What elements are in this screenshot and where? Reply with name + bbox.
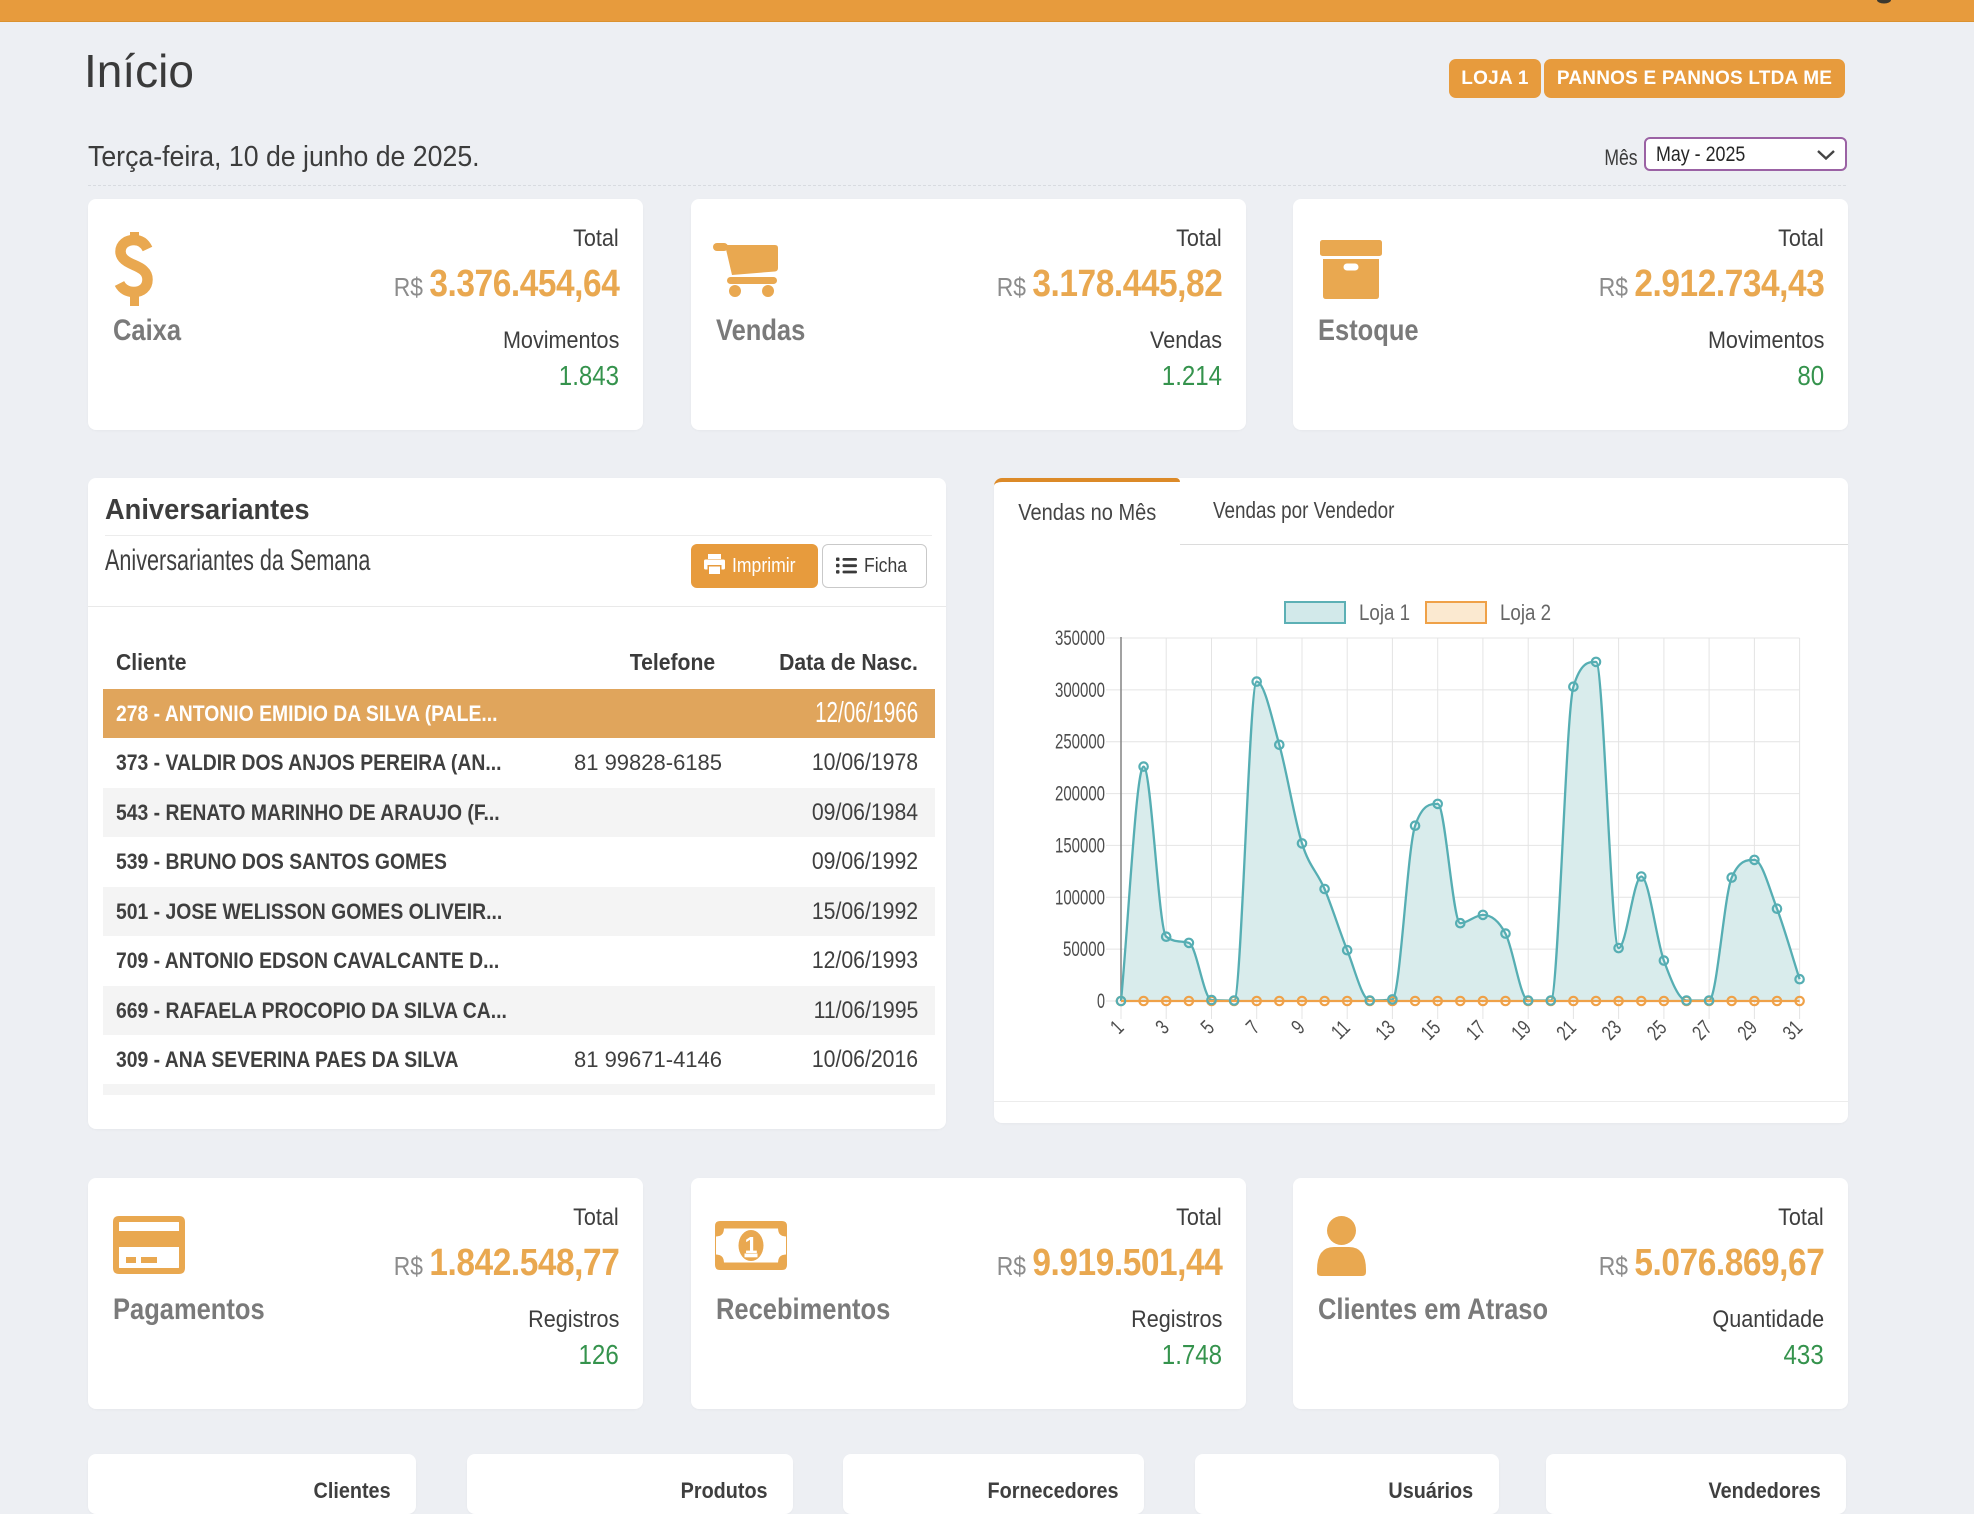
svg-text:1: 1 <box>1105 1015 1128 1038</box>
svg-text:7: 7 <box>1241 1015 1264 1038</box>
svg-text:13: 13 <box>1371 1015 1400 1044</box>
svg-text:29: 29 <box>1733 1015 1762 1044</box>
svg-text:350000: 350000 <box>1055 627 1105 650</box>
svg-text:23: 23 <box>1597 1015 1626 1044</box>
svg-text:11: 11 <box>1326 1015 1354 1043</box>
svg-text:9: 9 <box>1286 1015 1309 1038</box>
svg-text:250000: 250000 <box>1055 731 1105 754</box>
svg-text:300000: 300000 <box>1055 679 1105 702</box>
svg-text:17: 17 <box>1461 1015 1490 1044</box>
svg-text:100000: 100000 <box>1055 886 1105 909</box>
svg-text:5: 5 <box>1196 1015 1219 1038</box>
svg-text:0: 0 <box>1097 990 1105 1013</box>
svg-text:200000: 200000 <box>1055 783 1105 806</box>
svg-text:27: 27 <box>1687 1015 1716 1044</box>
svg-text:Loja 2: Loja 2 <box>1500 600 1551 625</box>
svg-text:3: 3 <box>1150 1015 1173 1038</box>
svg-text:150000: 150000 <box>1055 834 1105 857</box>
svg-text:21: 21 <box>1552 1015 1581 1044</box>
svg-text:15: 15 <box>1416 1015 1445 1044</box>
svg-text:31: 31 <box>1778 1015 1807 1044</box>
svg-text:19: 19 <box>1506 1015 1535 1044</box>
svg-text:Loja 1: Loja 1 <box>1359 600 1410 625</box>
svg-text:25: 25 <box>1642 1015 1671 1044</box>
svg-text:50000: 50000 <box>1063 938 1105 961</box>
